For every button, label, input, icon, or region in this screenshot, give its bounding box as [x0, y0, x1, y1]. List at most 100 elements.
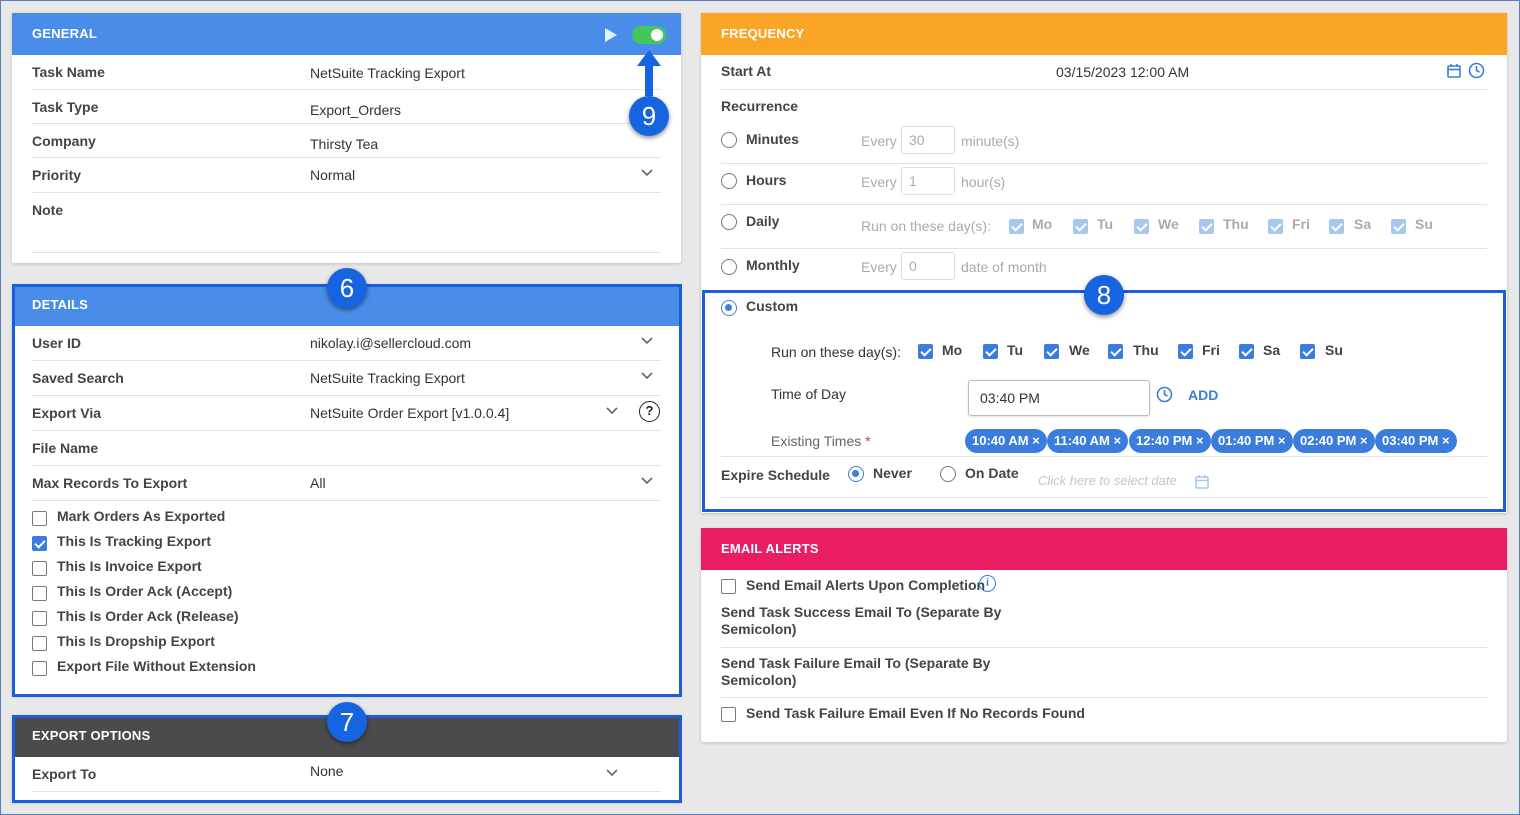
daily-thu-label: Thu — [1223, 216, 1249, 232]
time-pill[interactable]: 11:40 AM × — [1047, 429, 1129, 453]
on-date-label: On Date — [965, 465, 1019, 481]
remove-icon[interactable]: × — [1196, 433, 1204, 448]
tracking-export-checkbox[interactable] — [32, 536, 47, 551]
custom-mo-checkbox[interactable] — [918, 344, 933, 359]
help-icon[interactable]: ? — [639, 401, 660, 422]
hours-radio[interactable] — [721, 173, 737, 189]
time-pill-text: 01:40 PM — [1218, 433, 1275, 448]
remove-icon[interactable]: × — [1278, 433, 1286, 448]
task-name-value[interactable]: NetSuite Tracking Export — [310, 65, 465, 81]
callout-badge-9: 9 — [629, 96, 669, 136]
send-alerts-label: Send Email Alerts Upon Completion — [746, 577, 986, 593]
expire-date-input[interactable]: Click here to select date — [1038, 473, 1177, 488]
calendar-icon[interactable] — [1447, 63, 1461, 81]
daily-fri-checkbox[interactable] — [1268, 219, 1283, 234]
mark-orders-exported-checkbox[interactable] — [32, 511, 47, 526]
callout-badge-6: 6 — [327, 268, 367, 308]
chevron-down-icon[interactable] — [641, 372, 653, 384]
remove-icon[interactable]: × — [1032, 433, 1040, 448]
email-alerts-header: EMAIL ALERTS — [701, 528, 1507, 570]
expire-schedule-label: Expire Schedule — [721, 467, 830, 483]
invoice-export-checkbox[interactable] — [32, 561, 47, 576]
remove-icon[interactable]: × — [1360, 433, 1368, 448]
max-records-value[interactable]: All — [310, 475, 326, 491]
chevron-down-icon[interactable] — [641, 169, 653, 181]
chevron-down-icon[interactable] — [606, 769, 618, 781]
export-to-row[interactable]: Export To None — [32, 757, 661, 792]
minutes-unit: minute(s) — [961, 133, 1020, 149]
custom-sa-checkbox[interactable] — [1239, 344, 1254, 359]
time-pill[interactable]: 02:40 PM × — [1293, 429, 1375, 453]
daily-we-checkbox[interactable] — [1134, 219, 1149, 234]
tracking-export-label: This Is Tracking Export — [57, 533, 212, 549]
start-at-value[interactable]: 03/15/2023 12:00 AM — [1056, 64, 1189, 80]
daily-radio[interactable] — [721, 214, 737, 230]
custom-thu-checkbox[interactable] — [1108, 344, 1123, 359]
custom-su-checkbox[interactable] — [1300, 344, 1315, 359]
never-radio[interactable] — [848, 466, 864, 482]
success-email-row[interactable]: Send Task Success Email To (Separate By … — [721, 600, 1487, 648]
on-date-radio[interactable] — [940, 466, 956, 482]
monthly-input[interactable]: 0 — [901, 252, 955, 280]
daily-thu-checkbox[interactable] — [1199, 219, 1214, 234]
remove-icon[interactable]: × — [1442, 433, 1450, 448]
user-id-row[interactable]: User ID nikolay.i@sellercloud.com — [32, 326, 661, 361]
play-icon[interactable] — [605, 28, 617, 42]
failure-email-row[interactable]: Send Task Failure Email To (Separate By … — [721, 648, 1487, 698]
custom-we-checkbox[interactable] — [1044, 344, 1059, 359]
add-time-button[interactable]: ADD — [1188, 387, 1218, 403]
chevron-down-icon[interactable] — [641, 477, 653, 489]
priority-value[interactable]: Normal — [310, 167, 355, 183]
export-via-row[interactable]: Export Via NetSuite Order Export [v1.0.0… — [32, 396, 661, 431]
custom-fri-label: Fri — [1202, 342, 1220, 358]
file-name-row[interactable]: File Name — [32, 431, 661, 466]
time-pill[interactable]: 10:40 AM × — [965, 429, 1047, 453]
monthly-radio[interactable] — [721, 259, 737, 275]
custom-tu-checkbox[interactable] — [983, 344, 998, 359]
send-alerts-checkbox[interactable] — [721, 579, 736, 594]
custom-su-label: Su — [1325, 342, 1343, 358]
note-row[interactable]: Note — [32, 193, 661, 253]
saved-search-value[interactable]: NetSuite Tracking Export — [310, 370, 465, 386]
priority-row[interactable]: Priority Normal — [32, 158, 661, 193]
saved-search-row[interactable]: Saved Search NetSuite Tracking Export — [32, 361, 661, 396]
user-id-value[interactable]: nikolay.i@sellercloud.com — [310, 335, 471, 351]
time-pill-text: 12:40 PM — [1136, 433, 1193, 448]
remove-icon[interactable]: × — [1114, 433, 1122, 448]
custom-radio[interactable] — [721, 300, 737, 316]
failure-no-records-checkbox[interactable] — [721, 707, 736, 722]
time-of-day-input[interactable]: 03:40 PM — [968, 380, 1150, 416]
max-records-row[interactable]: Max Records To Export All — [32, 466, 661, 501]
custom-fri-checkbox[interactable] — [1178, 344, 1193, 359]
export-via-value[interactable]: NetSuite Order Export [v1.0.0.4] — [310, 405, 509, 421]
minutes-radio[interactable] — [721, 132, 737, 148]
minutes-input[interactable]: 30 — [901, 126, 955, 154]
daily-su-checkbox[interactable] — [1391, 219, 1406, 234]
order-ack-accept-checkbox[interactable] — [32, 586, 47, 601]
frequency-card: FREQUENCY Start At 03/15/2023 12:00 AM R… — [701, 13, 1507, 513]
time-pill[interactable]: 03:40 PM × — [1375, 429, 1457, 453]
dropship-export-checkbox[interactable] — [32, 636, 47, 651]
existing-times-label: Existing Times * — [771, 433, 871, 449]
order-ack-release-checkbox[interactable] — [32, 611, 47, 626]
task-type-label: Task Type — [32, 99, 99, 115]
daily-tu-checkbox[interactable] — [1073, 219, 1088, 234]
time-pill[interactable]: 01:40 PM × — [1211, 429, 1293, 453]
export-to-value[interactable]: None — [310, 763, 343, 779]
daily-mo-checkbox[interactable] — [1009, 219, 1024, 234]
time-pill-text: 11:40 AM — [1054, 433, 1110, 448]
clock-icon[interactable] — [1468, 62, 1485, 82]
export-options-title: EXPORT OPTIONS — [32, 728, 151, 743]
recurrence-label: Recurrence — [721, 98, 799, 114]
daily-sa-checkbox[interactable] — [1329, 219, 1344, 234]
time-pill[interactable]: 12:40 PM × — [1129, 429, 1211, 453]
calendar-icon[interactable] — [1195, 474, 1209, 492]
time-clock-icon[interactable] — [1156, 386, 1173, 406]
enabled-toggle[interactable] — [632, 26, 666, 44]
hours-input[interactable]: 1 — [901, 167, 955, 195]
chevron-down-icon[interactable] — [606, 407, 618, 419]
user-id-label: User ID — [32, 335, 82, 351]
no-extension-checkbox[interactable] — [32, 661, 47, 676]
info-icon[interactable]: i — [979, 575, 996, 592]
chevron-down-icon[interactable] — [641, 337, 653, 349]
